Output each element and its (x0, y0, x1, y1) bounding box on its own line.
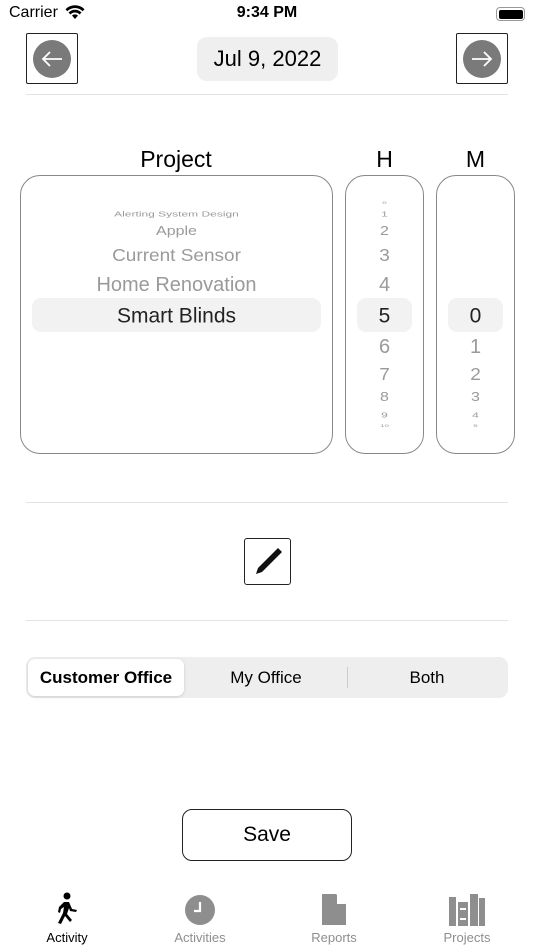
picker-item[interactable]: Home Renovation (21, 275, 332, 295)
tab-activity[interactable]: Activity (0, 890, 134, 945)
picker-item[interactable]: Current Sensor (21, 247, 332, 264)
tab-reports[interactable]: Reports (267, 890, 401, 945)
picker-item[interactable]: 1 (437, 337, 514, 357)
picker-item[interactable]: 7 (346, 366, 423, 383)
picker-item[interactable]: 2 (437, 366, 514, 383)
divider (26, 502, 508, 503)
arrow-left-icon (33, 39, 71, 78)
tab-label: Activity (46, 930, 88, 945)
status-time: 9:34 PM (236, 4, 298, 21)
save-button[interactable]: Save (182, 809, 352, 861)
tab-label: Projects (443, 930, 491, 945)
picker-item[interactable]: Apple (21, 225, 332, 239)
date-picker-button[interactable]: Jul 9, 2022 (197, 37, 338, 81)
battery-icon (496, 7, 525, 21)
segment-customer-office[interactable]: Customer Office (28, 659, 184, 696)
location-segmented-control: Customer Office My Office Both (26, 657, 508, 698)
picker-item[interactable]: 9 (346, 411, 423, 418)
segment-both[interactable]: Both (348, 659, 506, 696)
next-day-button[interactable] (456, 33, 508, 84)
tab-label: Reports (311, 930, 357, 945)
hours-picker[interactable]: 0 1 2 3 4 5 6 7 8 9 10 (345, 175, 424, 454)
picker-item[interactable]: 0 (346, 201, 423, 204)
picker-item[interactable]: Alerting System Design (21, 210, 332, 217)
picker-selected-item[interactable]: Smart Blinds (21, 306, 332, 327)
picker-item[interactable]: 1 (346, 210, 423, 217)
pencil-icon (255, 547, 282, 574)
picker-item[interactable]: 2 (346, 225, 423, 239)
picker-item[interactable]: 6 (346, 337, 423, 357)
hours-label: H (376, 146, 393, 172)
segment-my-office[interactable]: My Office (186, 659, 346, 696)
previous-day-button[interactable] (26, 33, 78, 84)
project-label: Project (140, 146, 212, 172)
figure-walk-icon (58, 892, 77, 924)
picker-selected-item[interactable]: 5 (346, 306, 423, 327)
picker-item[interactable]: 3 (437, 391, 514, 405)
clock-icon (185, 895, 215, 925)
books-icon (449, 894, 485, 926)
minutes-label: M (465, 146, 486, 172)
document-icon (322, 894, 346, 925)
edit-notes-button[interactable] (244, 538, 291, 585)
tab-label: Activities (174, 930, 226, 945)
picker-item[interactable]: 5 (437, 424, 514, 427)
arrow-right-icon (463, 39, 501, 78)
picker-item[interactable]: 4 (346, 275, 423, 295)
picker-item[interactable]: 10 (346, 424, 423, 427)
divider (26, 94, 508, 95)
picker-item[interactable]: 8 (346, 391, 423, 405)
minutes-picker[interactable]: 0 1 2 3 4 5 (436, 175, 515, 454)
project-picker[interactable]: Alerting System Design Apple Current Senso… (20, 175, 333, 454)
picker-selected-item[interactable]: 0 (437, 306, 514, 327)
picker-item[interactable]: 3 (346, 247, 423, 264)
picker-item[interactable]: 4 (437, 411, 514, 418)
tab-projects[interactable]: Projects (400, 890, 534, 945)
tab-activities[interactable]: Activities (133, 890, 267, 945)
divider (26, 620, 508, 621)
